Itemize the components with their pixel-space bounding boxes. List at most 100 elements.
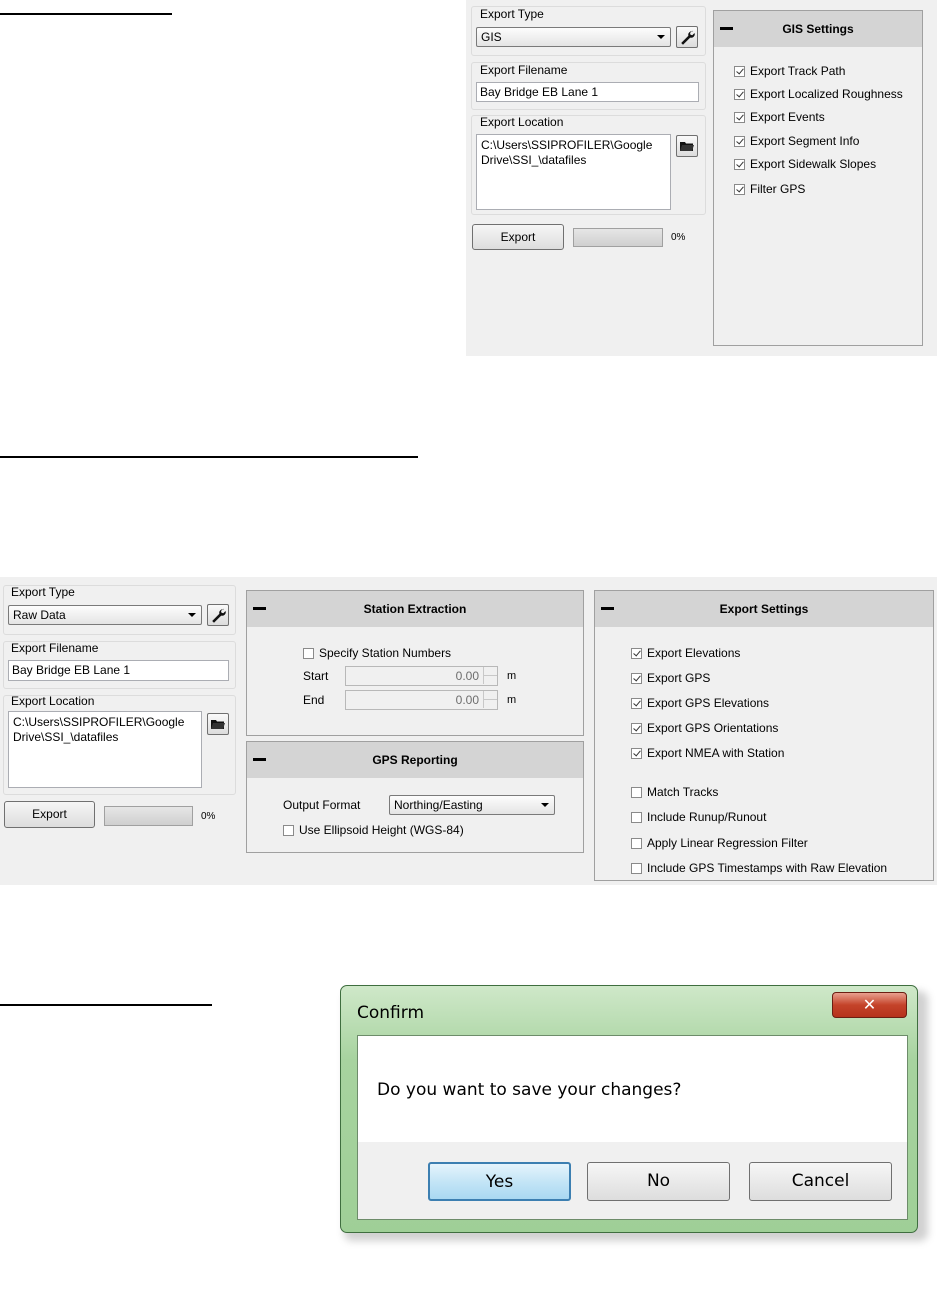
dialog-title: Confirm [357, 1003, 425, 1023]
option-checkbox[interactable]: Export Events [734, 110, 825, 124]
raw-export-location-label: Export Location [11, 694, 95, 708]
option-checkbox[interactable]: Export Segment Info [734, 134, 859, 148]
gps-reporting-panel: GPS Reporting Output Format Northing/Eas… [246, 741, 584, 853]
export-settings-panel: Export Settings Export Elevations Export … [594, 590, 934, 881]
gis-settings-panel: GIS Settings Export Track Path Export Loc… [713, 10, 923, 346]
settings-wrench-button[interactable] [676, 26, 698, 48]
export-type-select[interactable]: GIS [476, 27, 671, 47]
chevron-down-icon [188, 613, 196, 617]
checkbox-checked-icon[interactable] [734, 159, 745, 170]
spin-down-icon[interactable] [483, 676, 497, 684]
option-label: Include GPS Timestamps with Raw Elevatio… [647, 861, 888, 875]
spin-up-icon[interactable] [483, 667, 497, 676]
end-station-input[interactable]: 0.00 [345, 690, 498, 710]
heading-underline-2 [0, 456, 418, 458]
start-station-input[interactable]: 0.00 [345, 666, 498, 686]
option-checkbox[interactable]: Include GPS Timestamps with Raw Elevatio… [631, 861, 887, 875]
gps-reporting-header[interactable]: GPS Reporting [247, 742, 583, 778]
gis-export-panel: Export Type GIS Export Filename Bay Brid… [466, 0, 937, 356]
option-checkbox[interactable]: Export GPS Elevations [631, 696, 769, 710]
option-checkbox[interactable]: Export Track Path [734, 64, 845, 78]
heading-underline-3 [0, 1004, 212, 1006]
folder-icon [680, 142, 694, 151]
option-checkbox[interactable]: Filter GPS [734, 182, 805, 196]
station-extraction-panel: Station Extraction Specify Station Numbe… [246, 590, 584, 736]
checkbox-checked-icon[interactable] [631, 673, 642, 684]
spin-up-icon[interactable] [483, 691, 497, 700]
checkbox-unchecked-icon[interactable] [631, 838, 642, 849]
checkbox-checked-icon[interactable] [734, 112, 745, 123]
checkbox-checked-icon[interactable] [734, 66, 745, 77]
option-label: Export Segment Info [750, 134, 860, 148]
option-label: Export Track Path [750, 64, 846, 78]
raw-export-type-label: Export Type [11, 585, 75, 599]
no-button[interactable]: No [587, 1162, 730, 1201]
option-checkbox[interactable]: Match Tracks [631, 785, 718, 799]
export-settings-header[interactable]: Export Settings [595, 591, 933, 627]
close-button[interactable]: ✕ [832, 992, 907, 1018]
checkbox-unchecked-icon[interactable] [631, 863, 642, 874]
option-checkbox[interactable]: Export Elevations [631, 646, 740, 660]
option-checkbox[interactable]: Export Localized Roughness [734, 87, 903, 101]
chevron-down-icon [657, 35, 665, 39]
checkbox-box[interactable] [303, 648, 314, 659]
cancel-button[interactable]: Cancel [749, 1162, 892, 1201]
option-label: Match Tracks [647, 785, 719, 799]
export-location-label: Export Location [480, 115, 564, 129]
option-label: Export Sidewalk Slopes [750, 157, 877, 171]
raw-export-filename-input[interactable]: Bay Bridge EB Lane 1 [8, 660, 229, 681]
checkbox-unchecked-icon[interactable] [631, 812, 642, 823]
raw-export-panel: Export Type Raw Data Export Filename Bay… [0, 577, 937, 885]
option-label: Export NMEA with Station [647, 746, 785, 760]
raw-export-progress-bar [104, 806, 193, 826]
checkbox-checked-icon[interactable] [631, 748, 642, 759]
export-location-input[interactable]: C:\Users\SSIPROFILER\Google Drive\SSI_\d… [476, 134, 671, 210]
option-label: Filter GPS [750, 182, 806, 196]
raw-browse-folder-button[interactable] [207, 713, 229, 735]
specify-station-numbers-checkbox[interactable]: Specify Station Numbers [303, 646, 451, 660]
start-label: Start [303, 669, 329, 683]
export-filename-label: Export Filename [480, 63, 568, 77]
checkbox-checked-icon[interactable] [734, 136, 745, 147]
end-station-value: 0.00 [455, 693, 479, 707]
station-extraction-header[interactable]: Station Extraction [247, 591, 583, 627]
raw-export-type-value: Raw Data [13, 608, 66, 622]
dialog-message: Do you want to save your changes? [377, 1080, 682, 1100]
export-progress-text: 0% [671, 232, 686, 243]
raw-export-type-select[interactable]: Raw Data [8, 605, 202, 625]
option-checkbox[interactable]: Apply Linear Regression Filter [631, 836, 808, 850]
checkbox-checked-icon[interactable] [631, 648, 642, 659]
export-filename-input[interactable]: Bay Bridge EB Lane 1 [476, 82, 699, 102]
station-extraction-title: Station Extraction [363, 602, 467, 616]
checkbox-checked-icon[interactable] [631, 698, 642, 709]
checkbox-box[interactable] [283, 825, 294, 836]
option-checkbox[interactable]: Export NMEA with Station [631, 746, 784, 760]
dialog-content: Do you want to save your changes? Yes No… [357, 1035, 908, 1220]
end-label: End [303, 693, 325, 707]
spin-down-icon[interactable] [483, 700, 497, 708]
checkbox-checked-icon[interactable] [734, 184, 745, 195]
option-checkbox[interactable]: Export GPS Orientations [631, 721, 778, 735]
specify-station-numbers-label: Specify Station Numbers [319, 646, 452, 660]
option-checkbox[interactable]: Export Sidewalk Slopes [734, 157, 876, 171]
option-label: Apply Linear Regression Filter [647, 836, 808, 850]
option-checkbox[interactable]: Include Runup/Runout [631, 810, 766, 824]
raw-settings-wrench-button[interactable] [207, 604, 229, 626]
raw-export-button[interactable]: Export [4, 801, 95, 828]
gps-reporting-title: GPS Reporting [372, 753, 458, 767]
checkbox-unchecked-icon[interactable] [631, 787, 642, 798]
browse-folder-button[interactable] [676, 135, 698, 157]
option-label: Export GPS Orientations [647, 721, 779, 735]
ellipsoid-height-checkbox[interactable]: Use Ellipsoid Height (WGS-84) [283, 823, 464, 837]
raw-export-location-input[interactable]: C:\Users\SSIPROFILER\Google Drive\SSI_\d… [8, 711, 202, 788]
confirm-dialog: Confirm ✕ Do you want to save your chang… [340, 985, 928, 1241]
checkbox-checked-icon[interactable] [734, 89, 745, 100]
yes-button[interactable]: Yes [428, 1162, 571, 1201]
output-format-select[interactable]: Northing/Easting [389, 795, 555, 815]
checkbox-checked-icon[interactable] [631, 723, 642, 734]
option-label: Include Runup/Runout [647, 810, 767, 824]
export-button[interactable]: Export [472, 224, 564, 250]
option-checkbox[interactable]: Export GPS [631, 671, 710, 685]
gis-settings-header[interactable]: GIS Settings [714, 11, 922, 47]
raw-export-progress-text: 0% [201, 811, 216, 822]
